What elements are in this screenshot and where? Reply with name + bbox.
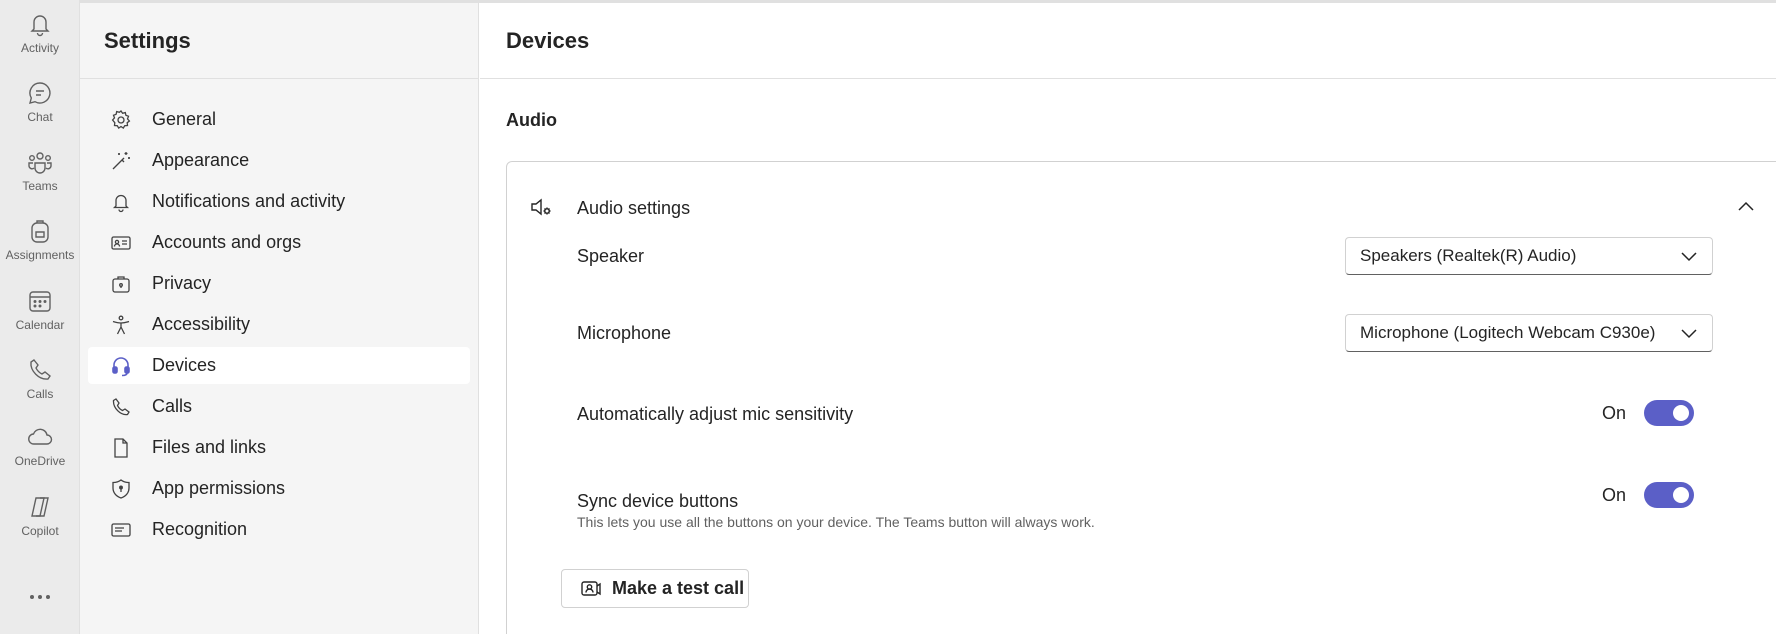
sync-device-buttons-toggle[interactable] (1644, 482, 1695, 508)
rail-item-assignments[interactable]: Assignments (0, 207, 80, 267)
make-test-call-button[interactable]: Make a test call (561, 569, 749, 608)
rail-label: Chat (27, 110, 53, 124)
teams-icon (28, 152, 52, 174)
document-icon (114, 437, 128, 458)
make-test-call-label: Make a test call (612, 578, 745, 598)
audio-settings-header[interactable]: Audio settings (507, 162, 1776, 242)
chat-icon (29, 82, 51, 104)
speaker-label: Speaker (577, 246, 645, 266)
auto-adjust-mic-toggle[interactable] (1644, 400, 1695, 426)
more-horizontal-icon (30, 595, 50, 599)
phone-icon (112, 397, 130, 415)
nav-item-app-permissions[interactable]: App permissions (88, 470, 470, 507)
nav-item-appearance[interactable]: Appearance (88, 142, 470, 179)
nav-item-general[interactable]: General (88, 101, 470, 138)
backpack-icon (31, 220, 49, 243)
rail-label: Copilot (21, 524, 59, 538)
settings-title: Settings (104, 27, 191, 53)
chevron-down-icon (1681, 329, 1697, 339)
microphone-dropdown-value: Microphone (Logitech Webcam C930e) (1360, 323, 1656, 342)
section-title-audio: Audio (506, 110, 557, 130)
accessibility-icon (112, 315, 130, 334)
cloud-icon (28, 428, 53, 445)
rail-label: Calendar (15, 318, 65, 332)
contact-card-icon (111, 235, 131, 250)
rail-item-calendar[interactable]: Calendar (0, 277, 80, 337)
microphone-label: Microphone (577, 323, 672, 343)
settings-header: Settings (80, 3, 478, 79)
settings-nav: Settings General Appearance Notification… (80, 3, 479, 634)
rail-item-chat[interactable]: Chat (0, 69, 80, 129)
speaker-dropdown-value: Speakers (Realtek(R) Audio) (1360, 246, 1577, 265)
sync-device-buttons-control: On (1602, 482, 1695, 508)
sync-device-buttons-state: On (1602, 484, 1627, 505)
app-rail: Activity Chat Teams Assignments Calendar… (0, 0, 80, 634)
auto-adjust-mic-label: Automatically adjust mic sensitivity (577, 404, 854, 424)
nav-item-privacy[interactable]: Privacy (88, 265, 470, 302)
nav-item-calls[interactable]: Calls (88, 388, 470, 425)
text-box-icon (111, 522, 131, 537)
copilot-icon (31, 497, 49, 517)
gear-icon (111, 109, 131, 129)
speaker-settings-icon (531, 198, 551, 216)
rail-item-teams[interactable]: Teams (0, 138, 80, 198)
speaker-dropdown[interactable]: Speakers (Realtek(R) Audio) (1345, 237, 1713, 275)
rail-label: Assignments (5, 248, 75, 262)
more-apps-button[interactable] (0, 582, 80, 612)
auto-adjust-mic-control: On (1602, 400, 1695, 426)
audio-settings-card: Audio settings Speaker Speakers (Realtek… (506, 161, 1776, 634)
auto-adjust-mic-state: On (1602, 402, 1627, 423)
lock-briefcase-icon (112, 275, 130, 293)
calendar-icon (29, 291, 51, 312)
magic-wand-icon (112, 151, 130, 169)
rail-item-onedrive[interactable]: OneDrive (0, 413, 80, 473)
sync-device-buttons-description: This lets you use all the buttons on you… (577, 514, 1095, 530)
toggle-knob (1673, 487, 1690, 503)
nav-item-accounts[interactable]: Accounts and orgs (88, 224, 470, 261)
rail-label: Teams (22, 179, 58, 193)
microphone-dropdown[interactable]: Microphone (Logitech Webcam C930e) (1345, 314, 1713, 352)
main-header: Devices (480, 3, 1776, 79)
chevron-up-icon[interactable] (1735, 196, 1757, 218)
main-content: Devices Audio Audio settings Speaker Spe… (480, 3, 1776, 634)
audio-settings-title: Audio settings (577, 198, 691, 218)
bell-icon (112, 194, 130, 212)
rail-item-activity[interactable]: Activity (0, 0, 80, 60)
rail-label: OneDrive (14, 454, 66, 468)
rail-label: Calls (26, 387, 54, 401)
rail-item-calls[interactable]: Calls (0, 346, 80, 406)
headset-icon (112, 356, 130, 376)
rail-item-copilot[interactable]: Copilot (0, 483, 80, 543)
nav-item-devices[interactable]: Devices (88, 347, 470, 384)
bell-icon (30, 15, 50, 37)
page-title: Devices (506, 27, 590, 53)
nav-item-files-and-links[interactable]: Files and links (88, 429, 470, 466)
nav-item-recognition[interactable]: Recognition (88, 511, 470, 548)
shield-icon (112, 478, 130, 499)
phone-icon (30, 359, 51, 380)
sync-device-buttons-label: Sync device buttons (577, 491, 739, 511)
chevron-down-icon (1681, 252, 1697, 262)
toggle-knob (1673, 405, 1690, 421)
test-call-icon (581, 580, 601, 596)
nav-item-notifications[interactable]: Notifications and activity (88, 183, 470, 220)
settings-nav-list: General Appearance Notifications and act… (88, 101, 470, 552)
rail-label: Activity (20, 41, 59, 55)
nav-item-accessibility[interactable]: Accessibility (88, 306, 470, 343)
